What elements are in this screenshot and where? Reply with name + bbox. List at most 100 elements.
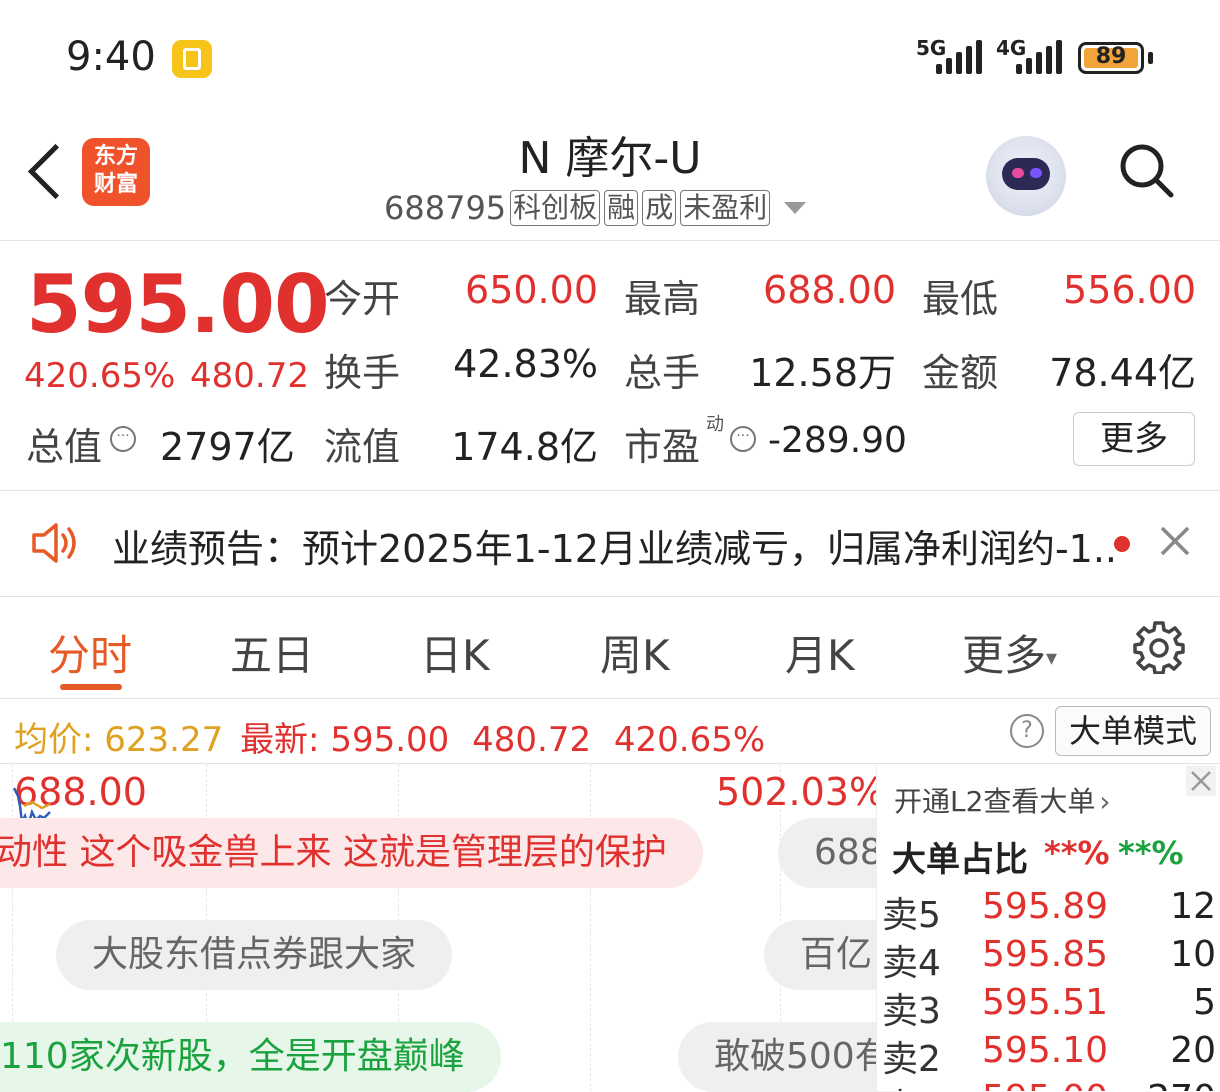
more-dots-icon[interactable]: ··· (110, 426, 136, 452)
divider (0, 596, 1220, 597)
comment-bubble[interactable]: 大股东借点券跟大家 (56, 920, 453, 990)
big-order-buy-pct: **% (1044, 834, 1110, 872)
ask-label: 卖3 (882, 991, 941, 1032)
announcement-text[interactable]: 业绩预告：预计2025年1-12月业绩减亏，归属净利润约-1.. (112, 518, 1117, 573)
change-percent: 420.65% (24, 356, 176, 396)
latest-change: 480.72 (472, 720, 592, 760)
high-value: 688.00 (763, 268, 896, 312)
open-label: 今开 (324, 277, 401, 321)
avg-price-label: 均价: (14, 720, 94, 760)
ask-volume: 10 (1170, 934, 1216, 975)
tag-component: 成 (642, 190, 677, 226)
big-order-sell-pct: **% (1118, 834, 1184, 872)
ask-row: 卖3 595.51 5 (882, 982, 1216, 1032)
status-time: 9:40 (66, 34, 156, 80)
comment-bubble[interactable]: 110家次新股，全是开盘巅峰 (0, 1022, 501, 1092)
search-icon[interactable] (1118, 142, 1174, 198)
intraday-info-row: 均价: 623.27 最新: 595.00 480.72 420.65% (14, 712, 765, 761)
tag-star-market: 科创板 (510, 190, 601, 226)
divider (0, 698, 1220, 699)
battery-tip (1148, 52, 1153, 64)
divider (0, 490, 1220, 491)
ask-price: 595.51 (982, 982, 1108, 1023)
latest-label: 最新: (240, 720, 320, 760)
tab-five-day[interactable]: 五日 (230, 622, 314, 683)
battery-icon: 89 (1078, 42, 1144, 74)
stock-subtitle[interactable]: 688795 科创板 融 成 未盈利 (384, 186, 807, 230)
tab-more-label: 更多 (962, 631, 1047, 680)
speaker-icon (32, 523, 76, 563)
tag-margin: 融 (604, 190, 639, 226)
ask-label: 卖2 (882, 1039, 941, 1080)
tab-intraday[interactable]: 分时 (48, 622, 132, 683)
ask-row: 卖2 595.10 20 (882, 1030, 1216, 1080)
help-icon[interactable]: ? (1010, 714, 1044, 748)
notification-app-icon (172, 40, 212, 78)
robot-eye-right (1030, 168, 1042, 178)
ask-price: 595.89 (982, 886, 1108, 927)
tab-daily-k[interactable]: 日K (420, 622, 490, 683)
signal-5g-icon: 5G (916, 36, 986, 76)
low-label: 最低 (922, 277, 999, 321)
turnover-value: 42.83% (453, 342, 598, 386)
robot-eye-left (1012, 168, 1024, 178)
battery-level: 89 (1095, 44, 1127, 69)
volume-value: 12.58万 (749, 351, 896, 395)
pe-superscript: 动 (706, 414, 724, 435)
tag-unprofitable: 未盈利 (680, 190, 771, 226)
chevron-right-icon: › (1099, 785, 1111, 818)
more-dots-icon[interactable]: ··· (730, 426, 756, 452)
signal-5g-label: 5G (916, 36, 947, 60)
ask-row: 卖1 595.00 270 (882, 1078, 1216, 1091)
ask-volume: 20 (1170, 1030, 1216, 1071)
unread-dot (1114, 536, 1130, 552)
big-order-mode-button[interactable]: 大单模式 (1055, 706, 1211, 756)
robot-face (1002, 158, 1050, 190)
big-order-ratio-title: 大单占比 (892, 840, 1028, 880)
stock-code: 688795 (384, 189, 507, 227)
more-button[interactable]: 更多 (1073, 412, 1195, 466)
turnover-label: 换手 (324, 351, 401, 395)
chevron-down-icon[interactable] (784, 202, 807, 214)
avg-price-value: 623.27 (104, 720, 224, 760)
high-label: 最高 (624, 277, 701, 321)
comment-bubble[interactable]: 动性 这个吸金兽上来 这就是管理层的保护 (0, 818, 703, 888)
ask-row: 卖5 595.89 12 (882, 886, 1216, 936)
divider (0, 240, 1220, 241)
pe-label: 市盈 (624, 425, 701, 469)
open-l2-label: 开通L2查看大单 (894, 785, 1096, 818)
tab-monthly-k[interactable]: 月K (785, 622, 855, 683)
close-icon[interactable] (1186, 766, 1216, 796)
close-icon[interactable] (1158, 524, 1192, 558)
ask-label: 卖1 (882, 1078, 941, 1091)
chart-max-percent: 502.03% (716, 770, 886, 814)
ask-row: 卖4 595.85 10 (882, 934, 1216, 984)
low-value: 556.00 (1063, 268, 1196, 312)
latest-value: 595.00 (330, 720, 450, 760)
ask-volume: 12 (1170, 886, 1216, 927)
current-price: 595.00 (26, 258, 330, 351)
signal-4g-icon: 4G (996, 36, 1066, 76)
mktcap-value: 2797亿 (160, 425, 295, 469)
amount-value: 78.44亿 (1049, 351, 1196, 395)
open-value: 650.00 (465, 268, 598, 312)
ask-label: 卖5 (882, 895, 941, 936)
change-amount: 480.72 (190, 356, 309, 396)
ask-volume: 5 (1193, 982, 1216, 1023)
latest-change-pct: 420.65% (613, 720, 766, 760)
pe-value: -289.90 (768, 420, 907, 461)
tab-more[interactable]: 更多▾ (962, 622, 1057, 683)
active-tab-indicator (60, 684, 122, 690)
ask-label: 卖4 (882, 943, 941, 984)
ask-price: 595.00 (982, 1078, 1108, 1091)
caret-down-icon: ▾ (1046, 646, 1058, 671)
mktcap-label: 总值 (26, 425, 103, 469)
open-l2-link[interactable]: 开通L2查看大单 › (894, 780, 1111, 820)
chart-gridline (590, 764, 591, 1091)
settings-gear-icon[interactable] (1132, 620, 1186, 674)
volume-label: 总手 (624, 351, 701, 395)
signal-4g-label: 4G (996, 36, 1027, 60)
tab-weekly-k[interactable]: 周K (600, 622, 670, 683)
float-label: 流值 (324, 425, 401, 469)
amount-label: 金额 (922, 351, 999, 395)
